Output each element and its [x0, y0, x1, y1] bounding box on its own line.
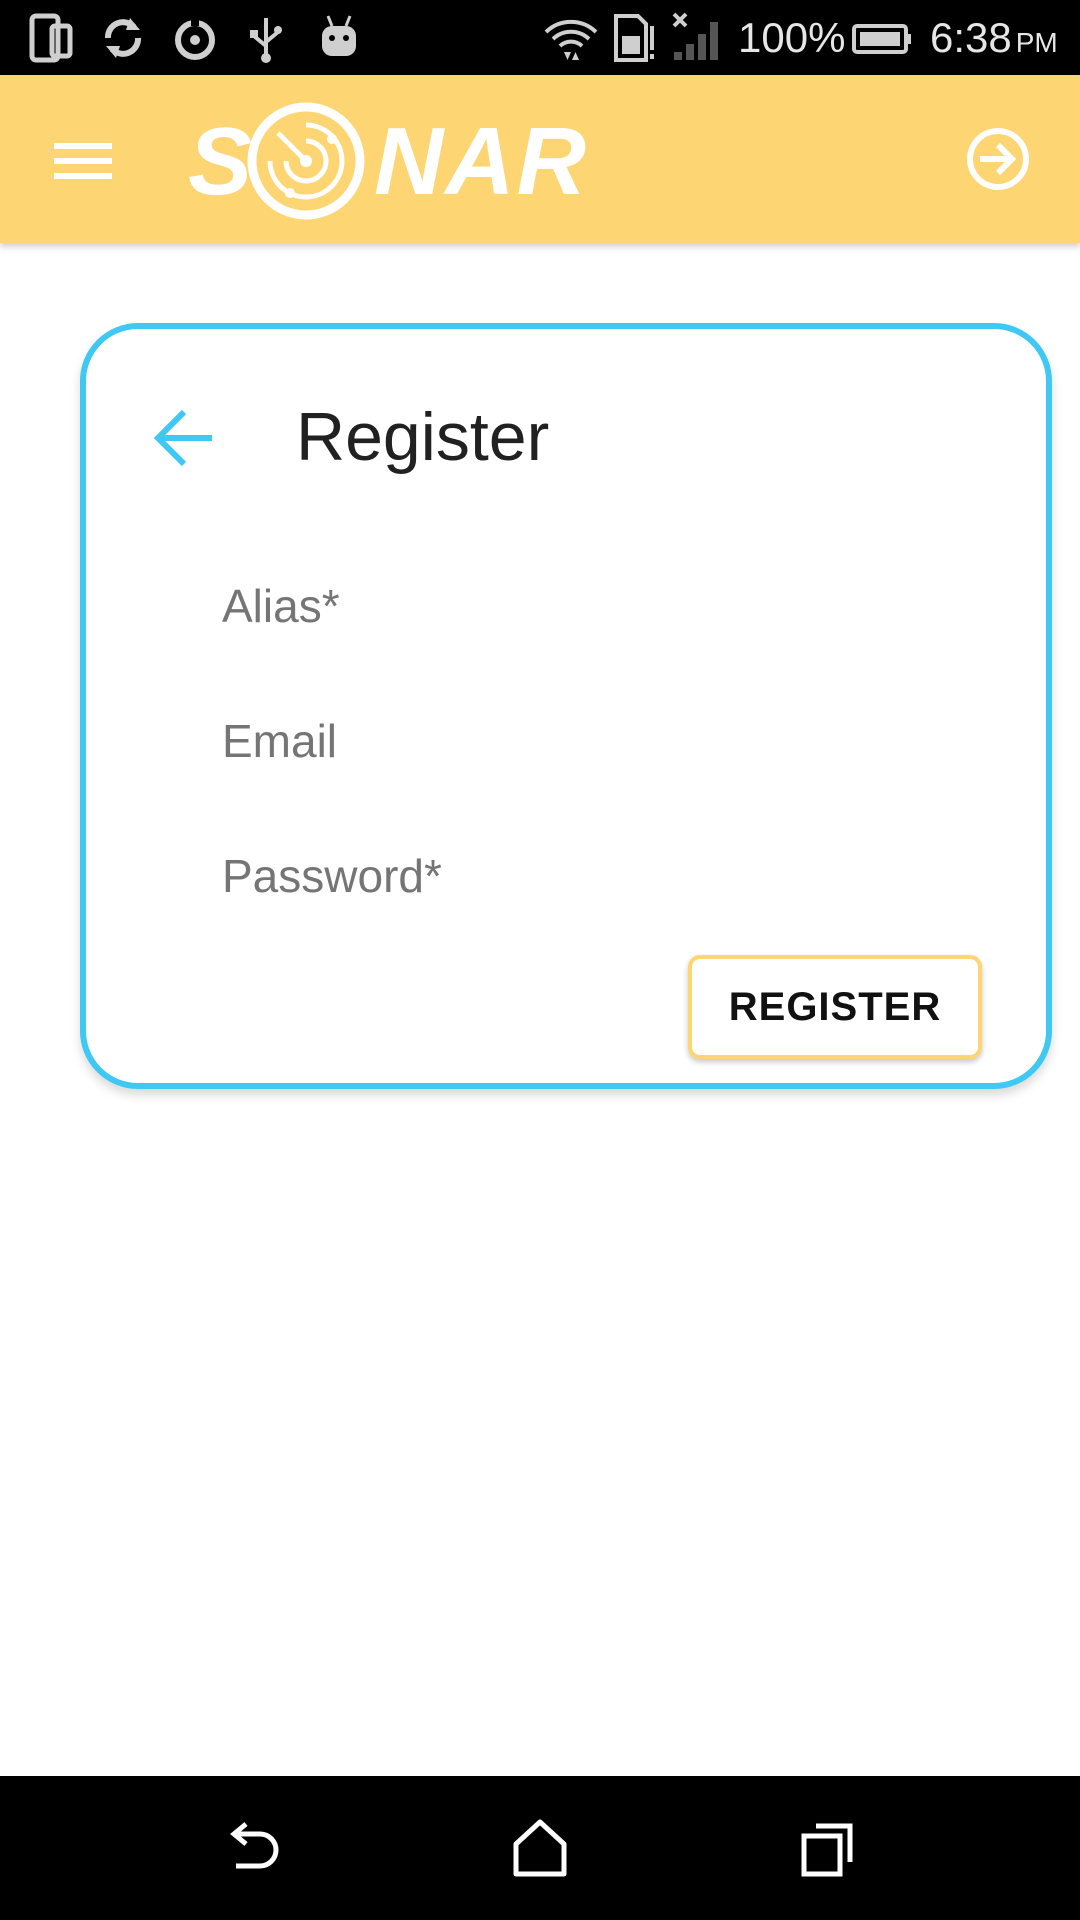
- logo-text-right: NAR: [374, 108, 588, 215]
- sim-alert-icon: [614, 14, 654, 62]
- home-icon: [513, 1819, 567, 1877]
- arrow-left-icon: [153, 409, 212, 467]
- back-icon: [230, 1822, 279, 1869]
- alias-input[interactable]: [222, 561, 962, 651]
- app-bar: S NAR: [0, 75, 1080, 243]
- nav-back-button[interactable]: [216, 1812, 288, 1884]
- hamburger-menu-icon: [54, 143, 112, 179]
- register-card: Register REGISTER: [80, 323, 1052, 1089]
- login-arrow-icon: [967, 128, 1029, 190]
- status-bar: 100% 6:38 PM: [0, 0, 1080, 75]
- android-icon: [322, 15, 356, 56]
- radar-icon: [247, 102, 365, 220]
- login-button[interactable]: [956, 117, 1040, 201]
- sonar-logo: S NAR: [188, 95, 608, 223]
- register-button[interactable]: REGISTER: [688, 955, 982, 1059]
- sync-icon: [105, 18, 141, 58]
- usb-icon: [250, 18, 282, 63]
- nav-home-button[interactable]: [504, 1812, 576, 1884]
- clock: 6:38 PM: [930, 12, 1058, 69]
- clock-time: 6:38: [930, 14, 1012, 61]
- tablet-icon: [29, 13, 73, 63]
- battery-icon: [852, 24, 911, 54]
- page-title: Register: [296, 399, 550, 475]
- password-input[interactable]: [222, 831, 962, 921]
- clock-ampm: PM: [1015, 27, 1058, 58]
- email-input[interactable]: [222, 696, 962, 786]
- menu-button[interactable]: [48, 125, 120, 197]
- circle-target-icon: [175, 16, 215, 60]
- signal-icon: [672, 12, 718, 60]
- back-button[interactable]: [148, 401, 222, 475]
- wifi-icon: [544, 19, 598, 60]
- recent-apps-icon: [801, 1823, 853, 1877]
- system-nav-bar: [0, 1776, 1080, 1920]
- battery-percent: 100%: [738, 14, 846, 61]
- nav-recent-apps-button[interactable]: [792, 1812, 864, 1884]
